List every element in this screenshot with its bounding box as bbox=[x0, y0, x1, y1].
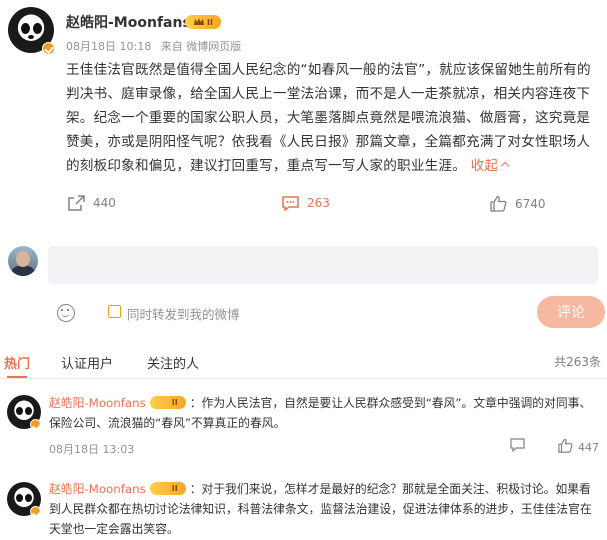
post-date[interactable]: 08月18日 10:18 bbox=[66, 40, 151, 53]
vip-badge[interactable] bbox=[149, 396, 186, 409]
tab-following[interactable]: 关注的人 bbox=[147, 353, 199, 372]
comment-text: 到人民群众都在热切讨论法律知识，科普法律条文，监督法治建设，促进法律体系的进步，… bbox=[49, 502, 592, 516]
comment-total: 共263条 bbox=[554, 355, 601, 369]
vip-level: II bbox=[207, 17, 213, 27]
comment-item: 赵皓阳-Moonfans ：对于我们来说，怎样才是最好的纪念？那就是全面关注、积极… bbox=[49, 479, 602, 539]
verified-badge-icon bbox=[30, 419, 41, 430]
like-count: 6740 bbox=[515, 196, 546, 211]
comment-tabs: 热门 认证用户 关注的人 共263条 bbox=[0, 353, 607, 378]
comment-like-count: 447 bbox=[578, 441, 599, 454]
post-line-last: 的刻板印象和偏见，建议打回重写，重点写一写人家的职业生涯。 收起 bbox=[66, 154, 598, 178]
comment-text: 天堂也一定会露出笑容。 bbox=[49, 522, 179, 536]
post-meta: 08月18日 10:18 来自 微博网页版 bbox=[66, 38, 241, 54]
chevron-up-icon bbox=[500, 161, 510, 171]
comment-text: ：作为人民法官，自然是要让人民群众感受到“春风”。文章中强调的对同事、 bbox=[189, 396, 592, 410]
repost-button[interactable]: 440 bbox=[68, 195, 116, 211]
post-source: 来自 微博网页版 bbox=[160, 40, 242, 53]
repost-icon bbox=[68, 195, 85, 211]
comment-text: ：对于我们来说，怎样才是最好的纪念？那就是全面关注、积极讨论。如果看 bbox=[189, 482, 591, 496]
post-line: 的刻板印象和偏见，建议打回重写，重点写一写人家的职业生涯。 bbox=[66, 158, 467, 174]
post-author-name[interactable]: 赵皓阳-Moonfans bbox=[66, 12, 191, 32]
post-actions: 440 263 6740 bbox=[0, 193, 607, 215]
collapse-label: 收起 bbox=[470, 158, 499, 174]
vip-badge[interactable] bbox=[149, 482, 186, 495]
thumbs-up-icon bbox=[490, 195, 507, 212]
emoji-icon[interactable] bbox=[57, 304, 75, 322]
current-user-avatar[interactable] bbox=[8, 246, 38, 276]
comment-count: 263 bbox=[307, 196, 330, 210]
comment-icon bbox=[282, 196, 299, 211]
repost-checkbox-label[interactable]: 同时转发到我的微博 bbox=[127, 304, 240, 323]
verified-badge-icon bbox=[42, 42, 55, 55]
tab-verified-users[interactable]: 认证用户 bbox=[61, 353, 113, 372]
reply-icon[interactable] bbox=[510, 438, 525, 452]
comment-time: 08月18日 13:03 bbox=[49, 443, 135, 456]
post-line: 架。纪念一个重要的国家公职人员，大笔墨落脚点竟然是喂流浪猫、做唇膏，这究竟是 bbox=[66, 110, 591, 126]
post-body: 王佳佳法官既然是值得全国人民纪念的“如春风一般的法官”，就应该保留她生前所有的 … bbox=[66, 58, 598, 178]
post-line: 赞美，亦或是阴阳怪气呢？依我看《人民日报》那篇文章，全篇都充满了对女性职场人 bbox=[66, 134, 591, 150]
collapse-link[interactable]: 收起 bbox=[470, 158, 510, 174]
post-line: 王佳佳法官既然是值得全国人民纪念的“如春风一般的法官”，就应该保留她生前所有的 bbox=[66, 62, 591, 78]
comment-item: 赵皓阳-Moonfans ：作为人民法官，自然是要让人民群众感受到“春风”。文章中… bbox=[49, 393, 602, 433]
verified-badge-icon bbox=[30, 506, 41, 517]
comment-input[interactable] bbox=[48, 246, 598, 284]
repost-checkbox[interactable] bbox=[108, 305, 121, 318]
vip-badge[interactable]: II bbox=[185, 15, 221, 29]
divider bbox=[0, 378, 607, 379]
comment-text: 保险公司、流浪猫的“春风”不算真正的春风。 bbox=[49, 416, 286, 430]
like-button[interactable]: 6740 bbox=[490, 195, 546, 212]
submit-comment-button[interactable]: 评论 bbox=[537, 296, 605, 328]
crown-icon bbox=[194, 18, 205, 25]
comment-author[interactable]: 赵皓阳-Moonfans bbox=[49, 396, 146, 410]
tab-hot[interactable]: 热门 bbox=[4, 353, 30, 378]
thumbs-up-icon[interactable] bbox=[558, 438, 573, 453]
repost-count: 440 bbox=[93, 196, 116, 210]
post-line: 判决书、庭审录像，给全国人民上一堂法治课，而不是人一走茶就凉，相关内容连夜下 bbox=[66, 86, 591, 102]
comment-button[interactable]: 263 bbox=[282, 195, 330, 211]
comment-author[interactable]: 赵皓阳-Moonfans bbox=[49, 482, 146, 496]
